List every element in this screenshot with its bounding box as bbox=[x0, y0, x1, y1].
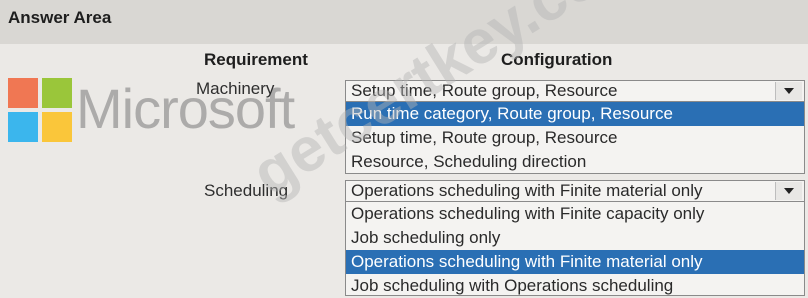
scheduling-options-list: Operations scheduling with Finite capaci… bbox=[345, 202, 805, 296]
machinery-dropdown-button[interactable] bbox=[775, 82, 802, 100]
requirement-column-header: Requirement bbox=[204, 50, 308, 69]
scheduling-option[interactable]: Operations scheduling with Finite capaci… bbox=[346, 202, 804, 226]
machinery-selected-value: Setup time, Route group, Resource bbox=[351, 81, 618, 100]
answer-area-panel: Answer Area Requirement Configuration Mi… bbox=[0, 0, 808, 298]
machinery-option[interactable]: Resource, Scheduling direction bbox=[346, 150, 804, 174]
chevron-down-icon bbox=[784, 188, 794, 194]
scheduling-option[interactable]: Job scheduling only bbox=[346, 226, 804, 250]
scheduling-selected-value: Operations scheduling with Finite materi… bbox=[351, 181, 703, 200]
chevron-down-icon bbox=[784, 88, 794, 94]
configuration-column-header: Configuration bbox=[501, 50, 613, 69]
answer-area-header bbox=[0, 0, 808, 44]
scheduling-option[interactable]: Job scheduling with Operations schedulin… bbox=[346, 274, 804, 298]
machinery-label: Machinery bbox=[196, 79, 275, 98]
machinery-option[interactable]: Setup time, Route group, Resource bbox=[346, 126, 804, 150]
machinery-select[interactable]: Setup time, Route group, Resource bbox=[345, 80, 805, 102]
scheduling-select[interactable]: Operations scheduling with Finite materi… bbox=[345, 180, 805, 202]
machinery-option[interactable]: Run time category, Route group, Resource bbox=[346, 102, 804, 126]
scheduling-dropdown-button[interactable] bbox=[775, 182, 802, 200]
answer-area-title: Answer Area bbox=[8, 8, 112, 27]
machinery-options-list: Run time category, Route group, Resource… bbox=[345, 102, 805, 174]
microsoft-logo-icon bbox=[8, 78, 72, 142]
scheduling-option[interactable]: Operations scheduling with Finite materi… bbox=[346, 250, 804, 274]
scheduling-label: Scheduling bbox=[204, 181, 289, 200]
